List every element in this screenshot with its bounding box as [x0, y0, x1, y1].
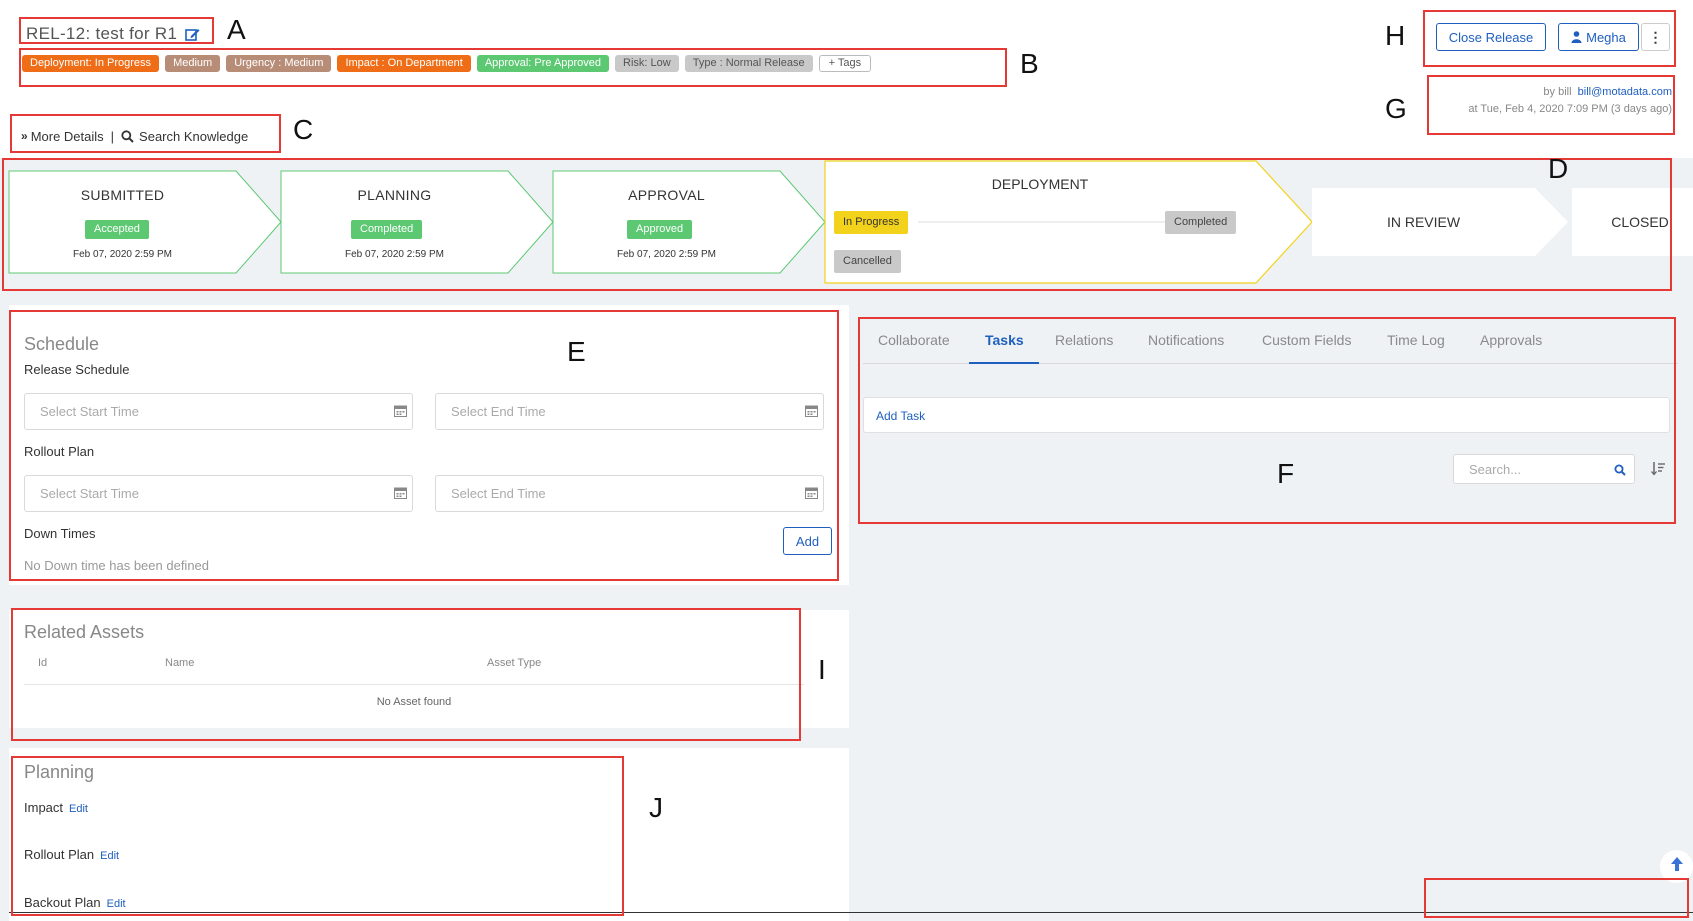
assets-header-type: Asset Type [487, 657, 542, 669]
stage-submitted-title: SUBMITTED [80, 187, 165, 203]
calendar-icon[interactable] [394, 486, 407, 499]
calendar-icon[interactable] [805, 404, 818, 417]
stage-deployment-title: DEPLOYMENT [991, 176, 1089, 192]
planning-title: Planning [24, 762, 95, 782]
callout-i: I [818, 654, 826, 685]
deployment-cancelled-badge[interactable]: Cancelled [834, 250, 901, 273]
callout-a: A [227, 14, 246, 45]
rollout-end-input[interactable]: Select End Time [435, 475, 824, 512]
tab-collaborate[interactable]: Collaborate [878, 332, 950, 348]
schedule-title: Schedule [24, 334, 100, 354]
backout-edit-link[interactable]: Edit [107, 898, 126, 910]
tab-custom-fields[interactable]: Custom Fields [1262, 332, 1351, 348]
no-down-time-text: No Down time has been defined [24, 558, 210, 573]
callout-j: J [649, 792, 663, 823]
stage-planning-status: Completed [351, 220, 423, 239]
calendar-icon[interactable] [805, 486, 818, 499]
callout-b: B [1020, 48, 1039, 79]
stage-in-review[interactable]: IN REVIEW [1312, 214, 1535, 230]
stage-planning-date: Feb 07, 2020 2:59 PM [345, 249, 444, 260]
impact-edit-link[interactable]: Edit [69, 803, 88, 815]
release-end-input[interactable]: Select End Time [435, 393, 824, 430]
search-icon[interactable] [1614, 463, 1626, 476]
stage-submitted-status: Accepted [85, 220, 149, 239]
rollout-plan-text: Rollout Plan [24, 847, 95, 862]
add-task-bar[interactable]: Add Task [863, 397, 1670, 433]
tab-relations[interactable]: Relations [1055, 332, 1113, 348]
callout-g: G [1385, 93, 1407, 124]
stage-planning-title: PLANNING [357, 187, 432, 203]
callout-h: H [1385, 20, 1406, 51]
assets-header-name: Name [165, 657, 195, 669]
rollout-edit-link[interactable]: Edit [100, 850, 119, 862]
deployment-completed-badge[interactable]: Completed [1165, 211, 1237, 234]
release-schedule-label: Release Schedule [24, 362, 130, 377]
callout-c: C [293, 114, 314, 145]
assets-header-divider [24, 684, 804, 685]
task-search-input[interactable]: Search... [1453, 454, 1635, 484]
down-times-label: Down Times [24, 526, 96, 541]
release-start-input[interactable]: Select Start Time [24, 393, 413, 430]
tab-notifications[interactable]: Notifications [1148, 332, 1224, 348]
deployment-in-progress-badge[interactable]: In Progress [834, 211, 909, 234]
tab-tasks[interactable]: Tasks [985, 332, 1024, 348]
assets-header-id: Id [38, 657, 48, 669]
callout-f: F [1277, 458, 1295, 489]
stage-approval[interactable]: APPROVAL Approved Feb 07, 2020 2:59 PM [553, 170, 780, 273]
planning-card: Planning Impact Edit Rollout Plan Edit Bac… [9, 748, 849, 921]
stage-submitted-date: Feb 07, 2020 2:59 PM [73, 249, 172, 260]
related-assets-title: Related Assets [24, 622, 145, 642]
rollout-start-input[interactable]: Select Start Time [24, 475, 413, 512]
stage-submitted[interactable]: SUBMITTED Accepted Feb 07, 2020 2:59 PM [9, 170, 236, 273]
calendar-icon[interactable] [394, 404, 407, 417]
scroll-top-button[interactable] [1660, 850, 1693, 883]
impact-row: Impact Edit [24, 800, 88, 815]
assets-empty-text: No Asset found [376, 696, 452, 708]
rollout-row: Rollout Plan Edit [24, 847, 119, 862]
related-assets-card: Related Assets Id Name Asset Type No Ass… [9, 610, 849, 728]
add-task-link[interactable]: Add Task [876, 409, 925, 423]
rollout-plan-label: Rollout Plan [24, 444, 95, 459]
stage-approval-status: Approved [627, 220, 693, 239]
tab-time-log[interactable]: Time Log [1387, 332, 1445, 348]
tab-approvals[interactable]: Approvals [1480, 332, 1542, 348]
backout-row: Backout Plan Edit [24, 895, 126, 910]
stage-approval-title: APPROVAL [628, 187, 705, 203]
bottom-divider [9, 912, 1693, 913]
stage-closed[interactable]: CLOSED [1590, 214, 1690, 230]
schedule-card: Schedule Release Schedule Select Start T… [9, 305, 849, 585]
backout-plan-text: Backout Plan [24, 895, 101, 910]
sort-icon[interactable] [1651, 461, 1666, 476]
add-down-time-button[interactable]: Add [783, 527, 832, 555]
impact-label: Impact [24, 800, 64, 815]
stage-planning[interactable]: PLANNING Completed Feb 07, 2020 2:59 PM [281, 170, 508, 273]
arrow-up-icon [1670, 856, 1684, 877]
tab-tasks-underline [969, 362, 1039, 364]
callout-e: E [567, 336, 586, 367]
callout-d: D [1548, 153, 1569, 184]
stage-approval-date: Feb 07, 2020 2:59 PM [617, 249, 716, 260]
